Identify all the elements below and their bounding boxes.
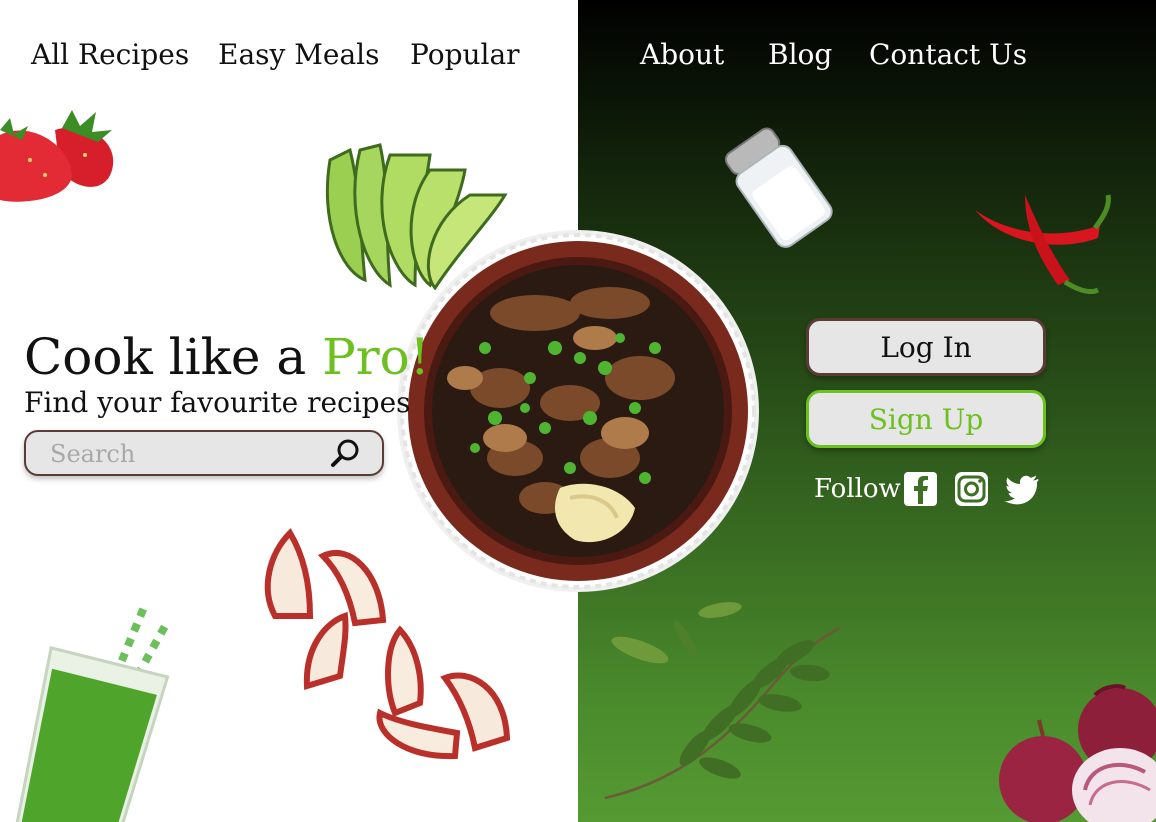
nav-easy-meals[interactable]: Easy Meals (218, 38, 379, 71)
nav-all-recipes[interactable]: All Recipes (31, 38, 189, 71)
headline-accent: Pro! (322, 328, 430, 386)
search-icon[interactable] (330, 438, 360, 468)
apple-slices-image (264, 528, 511, 760)
follow-label: Follow (814, 474, 901, 504)
headline-main: Cook like a (24, 328, 323, 386)
signup-button[interactable]: Sign Up (806, 390, 1046, 448)
chili-peppers-image (975, 194, 1111, 295)
subheadline: Find your favourite recipes (24, 386, 411, 419)
search-bar (24, 430, 384, 476)
search-input[interactable] (48, 436, 322, 472)
headline: Cook like a Pro! (24, 328, 430, 386)
green-smoothie-image (13, 607, 170, 822)
twitter-icon[interactable] (1004, 470, 1040, 508)
herb-leaves-image (604, 602, 841, 800)
strawberries-image (0, 110, 114, 202)
instagram-icon[interactable] (954, 470, 990, 508)
nav-about[interactable]: About (640, 38, 724, 71)
nav-popular[interactable]: Popular (410, 38, 520, 71)
red-onions-image (999, 684, 1156, 822)
facebook-icon[interactable] (903, 470, 939, 508)
login-button[interactable]: Log In (806, 318, 1046, 376)
nav-blog[interactable]: Blog (768, 38, 832, 71)
nav-contact-us[interactable]: Contact Us (869, 38, 1027, 71)
